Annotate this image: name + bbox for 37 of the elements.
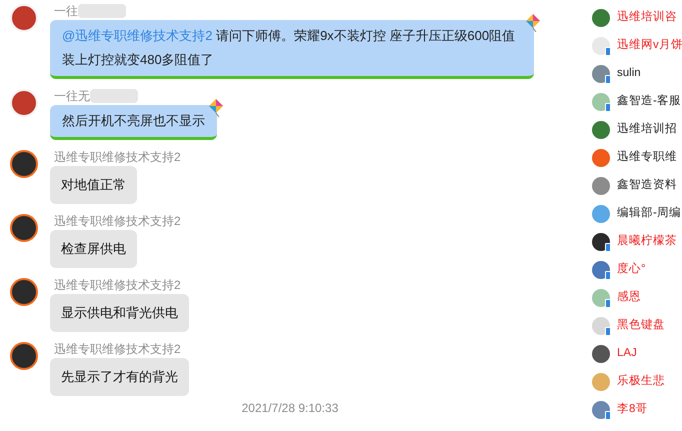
sender-name: 迅维专职维修技术支持2 <box>54 214 181 228</box>
member-name[interactable]: LAJ <box>617 345 637 363</box>
member-name[interactable]: 乐极生悲 <box>617 373 665 391</box>
member-name[interactable]: 迅维培训招 <box>617 121 677 139</box>
message-bubble: 先显示了才有的背光 <box>50 358 189 396</box>
message-bubble: 对地值正常 <box>50 166 137 204</box>
member-name[interactable]: 迅维网v月饼 <box>617 37 682 55</box>
sender-name: 迅维专职维修技术支持2 <box>54 342 181 356</box>
member-name[interactable]: 迅维培训咨 <box>617 9 677 27</box>
avatar[interactable] <box>10 150 38 178</box>
member-avatar[interactable] <box>592 345 610 363</box>
member-name[interactable]: 编辑部-周编 <box>617 205 681 223</box>
member-name[interactable]: sulin <box>617 65 641 83</box>
message-text: 然后开机不亮屏也不显示 <box>62 113 205 128</box>
mention-link[interactable]: @迅维专职维修技术支持2 <box>62 28 216 43</box>
member-name[interactable]: 鑫智造资料 <box>617 177 677 195</box>
avatar[interactable] <box>10 342 38 370</box>
member-name[interactable]: 鑫智造-客服 <box>617 93 681 111</box>
sender-name: 迅维专职维修技术支持2 <box>54 278 181 292</box>
timestamp: 2021/7/28 9:10:33 <box>242 400 338 416</box>
sender-name: 一往 <box>54 4 78 18</box>
member-name[interactable]: 晨曦柠檬茶 <box>617 233 677 251</box>
kite-icon <box>526 14 540 32</box>
sender-name: 一往无 <box>54 89 90 103</box>
member-name[interactable]: 迅维专职维 <box>617 149 677 167</box>
member-name[interactable]: 黑色键盘 <box>617 317 665 335</box>
member-name[interactable]: 度心° <box>617 261 646 279</box>
message-text: @迅维专职维修技术支持2 请问下师傅。荣耀9x不装灯控 座子升压正级600阻值装上灯控就变480多阻值了 <box>62 28 516 67</box>
avatar[interactable] <box>10 278 38 306</box>
kite-icon <box>209 99 223 117</box>
message-bubble: 显示供电和背光供电 <box>50 294 189 332</box>
member-name[interactable]: 感恩 <box>617 289 641 307</box>
sender-name: 迅维专职维修技术支持2 <box>54 150 181 164</box>
avatar[interactable] <box>10 214 38 242</box>
member-name[interactable]: 李8哥 <box>617 401 648 419</box>
message-bubble: 检查屏供电 <box>50 230 137 268</box>
member-avatar[interactable] <box>592 233 610 251</box>
